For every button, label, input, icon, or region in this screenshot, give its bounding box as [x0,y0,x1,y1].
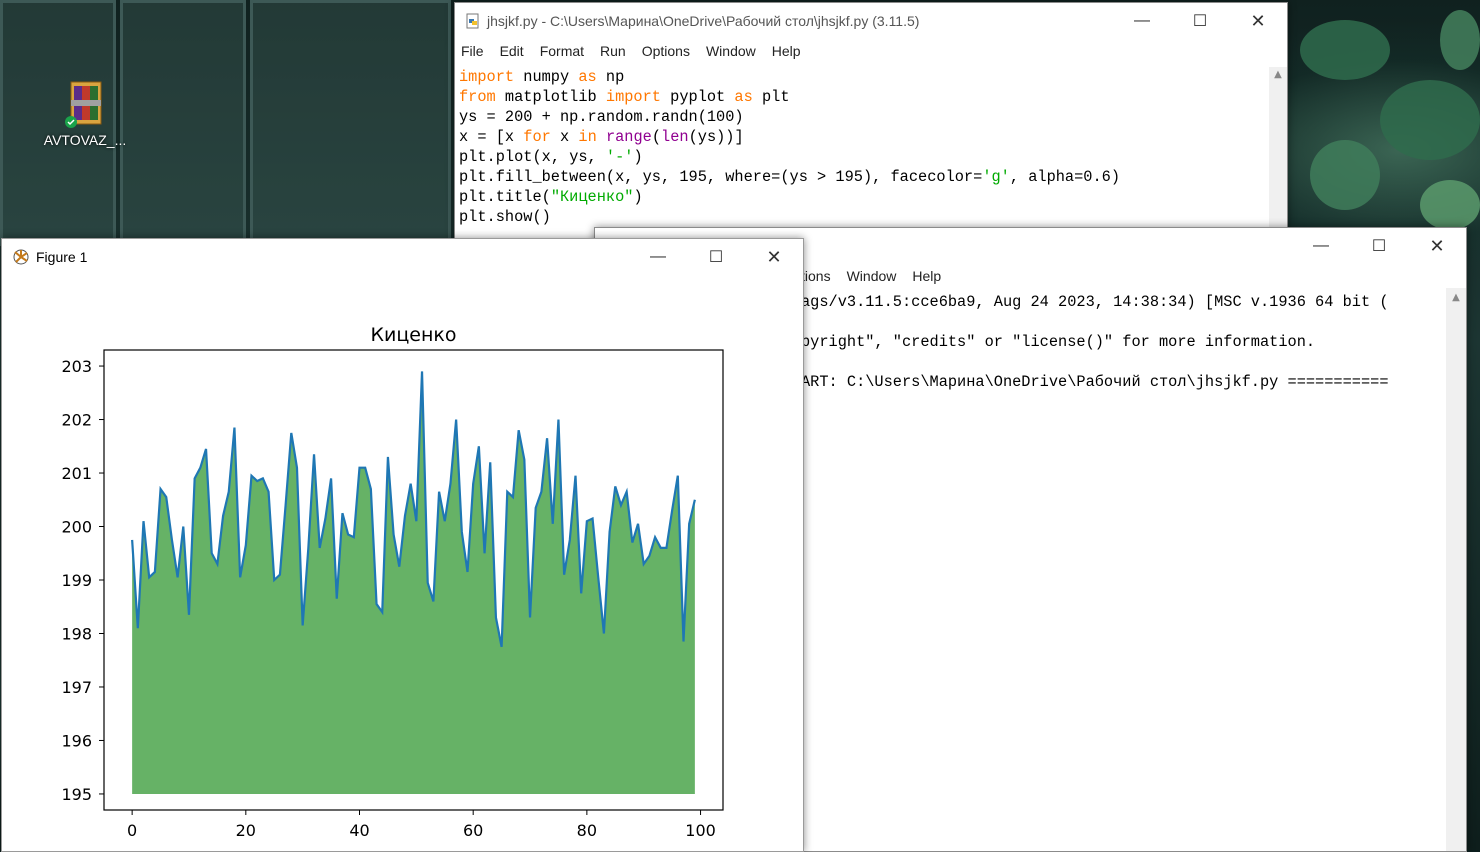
menu-options[interactable]: Options [642,43,690,59]
editor-window[interactable]: jhsjkf.py - C:\Users\Марина\OneDrive\Раб… [454,2,1288,240]
scroll-up-icon[interactable]: ▲ [1446,292,1466,303]
plot-canvas: Киценко 195 196 197 198 199 200 201 202 203 0 20 40 6… [61,324,724,840]
desktop-icon-label: AVTOVAZ_... [43,132,127,148]
figure-title: Figure 1 [36,249,88,265]
code-line: x = [x for x in range(len(ys))] [459,128,744,146]
maximize-button[interactable]: ☐ [687,239,745,275]
x-tick-label: 100 [685,821,716,840]
foliage-decor [1420,180,1480,230]
shell-line: ART: C:\Users\Марина\OneDrive\Рабочий ст… [801,373,1389,391]
chart-title: Киценко [371,324,457,346]
code-line: plt.title("Киценко") [459,188,643,206]
minimize-button[interactable]: — [629,239,687,275]
editor-scrollbar[interactable]: ▲ [1269,67,1287,239]
editor-code-area[interactable]: import numpy as np from matplotlib import… [459,67,1265,239]
code-line: ys = 200 + np.random.randn(100) [459,108,744,126]
x-tick-label: 20 [236,821,256,840]
matplotlib-icon [12,248,30,266]
close-button[interactable]: ✕ [1408,228,1466,264]
x-tick-label: 40 [349,821,369,840]
x-tick-label: 60 [463,821,483,840]
menu-edit[interactable]: Edit [500,43,524,59]
menu-options[interactable]: tions [801,268,831,284]
winrar-archive-icon [65,78,105,128]
y-tick-label: 201 [61,464,92,483]
python-file-icon [465,13,481,29]
foliage-decor [1300,20,1390,80]
window-pane-decor [120,0,246,246]
shell-line: ags/v3.11.5:cce6ba9, Aug 24 2023, 14:38:… [801,293,1389,311]
window-pane-decor [250,0,451,246]
menu-run[interactable]: Run [600,43,626,59]
y-tick-label: 195 [61,785,92,804]
menu-file[interactable]: File [461,43,484,59]
minimize-button[interactable]: — [1113,3,1171,39]
y-tick-label: 202 [61,411,92,430]
foliage-decor [1440,10,1480,70]
code-line: plt.fill_between(x, ys, 195, where=(ys >… [459,168,1121,186]
code-line: from matplotlib import pyplot as plt [459,88,790,106]
area-fill [132,371,695,794]
y-tick-label: 198 [61,624,92,643]
shell-output[interactable]: ags/v3.11.5:cce6ba9, Aug 24 2023, 14:38:… [801,292,1441,392]
close-button[interactable]: ✕ [1229,3,1287,39]
y-tick-label: 196 [61,731,92,750]
foliage-decor [1380,80,1480,160]
minimize-button[interactable]: — [1292,228,1350,264]
menu-window[interactable]: Window [706,43,756,59]
editor-title: jhsjkf.py - C:\Users\Марина\OneDrive\Раб… [487,13,920,29]
menu-format[interactable]: Format [540,43,584,59]
figure-window[interactable]: Figure 1 — ☐ ✕ Киценко 195 196 197 198 199 200… [1,238,804,852]
figure-titlebar[interactable]: Figure 1 — ☐ ✕ [2,239,803,275]
code-line: plt.plot(x, ys, '-') [459,148,643,166]
code-line: import numpy as np [459,68,625,86]
x-tick-label: 80 [577,821,597,840]
code-line: plt.show() [459,208,551,226]
y-tick-label: 197 [61,678,92,697]
y-tick-label: 200 [61,518,92,537]
editor-menubar: File Edit Format Run Options Window Help [455,39,1287,63]
menu-window[interactable]: Window [847,268,897,284]
foliage-decor [1310,140,1380,210]
y-tick-label: 203 [61,357,92,376]
shell-line: pyright", "credits" or "license()" for m… [801,333,1316,351]
scroll-up-icon[interactable]: ▲ [1269,69,1287,80]
menu-help[interactable]: Help [912,268,941,284]
y-tick-label: 199 [61,571,92,590]
maximize-button[interactable]: ☐ [1350,228,1408,264]
x-tick-label: 0 [127,821,137,840]
editor-titlebar[interactable]: jhsjkf.py - C:\Users\Марина\OneDrive\Раб… [455,3,1287,39]
maximize-button[interactable]: ☐ [1171,3,1229,39]
menu-help[interactable]: Help [772,43,801,59]
shell-scrollbar[interactable]: ▲ [1446,288,1466,851]
desktop-icon-avtovaz[interactable]: AVTOVAZ_... [40,78,130,148]
close-button[interactable]: ✕ [745,239,803,275]
